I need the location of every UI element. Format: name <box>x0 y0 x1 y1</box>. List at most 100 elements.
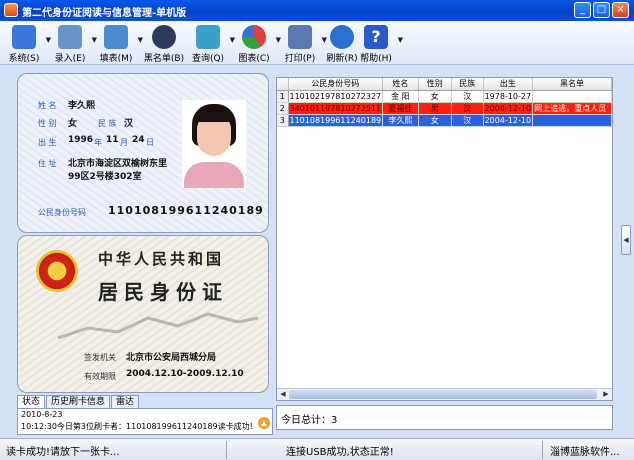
clipboard-icon <box>104 25 128 49</box>
toolbar-label: 帮助(H) <box>360 54 392 64</box>
great-wall-icon <box>58 312 258 340</box>
tab-radar[interactable]: 雷达 <box>111 395 140 409</box>
authority-label: 签发机关 <box>84 353 116 362</box>
id-number-label: 公民身份号码 <box>38 208 86 217</box>
log-date: 2010-8-23 <box>21 410 63 419</box>
toolbar-label: 填表(M) <box>99 54 133 64</box>
sex-label: 性 别 <box>38 119 57 128</box>
records-table: 公民身份号码 姓名 性别 民族 出生 黑名单 1 110102197810272… <box>276 77 613 401</box>
toolbar-label: 查询(Q) <box>191 54 225 64</box>
table-header-row: 公民身份号码 姓名 性别 民族 出生 黑名单 <box>277 78 612 91</box>
cell-id: 110102197810272327 <box>288 90 384 103</box>
column-header-blacklist[interactable]: 黑名单 <box>532 78 612 91</box>
name-value: 李久熙 <box>68 101 96 111</box>
monitor-icon <box>12 25 36 49</box>
today-total-panel: 今日总计：3 <box>276 405 613 430</box>
status-separator <box>542 441 543 459</box>
nation-value: 汉 <box>124 119 134 129</box>
authority-value: 北京市公安局西城分局 <box>126 353 217 363</box>
toolbar-system-button[interactable]: 系统(S) ▼ <box>4 23 51 64</box>
close-button[interactable]: × <box>612 2 629 18</box>
scroll-right-icon[interactable]: ▶ <box>601 390 611 399</box>
toolbar-label: 录入(E) <box>54 54 86 64</box>
column-header-nation[interactable]: 民族 <box>451 78 484 91</box>
status-log: 2010-8-23 10:12:30今日第3位刷卡者：1101081996112… <box>17 408 273 435</box>
today-total-count: 3 <box>331 415 338 426</box>
table-row[interactable]: 2 340101197810272511 夏福佳 男 汉 2004-12-10 … <box>277 102 612 115</box>
help-icon: ? <box>364 25 388 49</box>
pie-chart-icon <box>242 25 266 49</box>
toolbar-print-button[interactable]: 打印(P) ▼ <box>280 23 327 64</box>
person-icon <box>152 25 176 49</box>
cell-birth: 2004-12-10 <box>483 102 534 115</box>
collapse-panel-handle[interactable]: ◀ <box>621 225 631 255</box>
back-title-country: 中华人民共和国 <box>98 250 225 268</box>
cell-id: 340101197810272511 <box>288 102 384 115</box>
column-header-name[interactable]: 姓名 <box>382 78 419 91</box>
bottom-tabs: 状态 历史刷卡信息 雷达 <box>17 395 273 409</box>
cell-birth: 2004-12-10 <box>483 114 534 127</box>
toolbar-blacklist-button[interactable]: 黑名单(B) <box>142 23 186 64</box>
toolbar-form-button[interactable]: 填表(M) ▼ <box>96 23 143 64</box>
scroll-up-icon[interactable]: ▲ <box>258 417 270 429</box>
birth-month: 11 <box>106 135 119 145</box>
valid-value: 2004.12.10-2009.12.10 <box>126 369 244 379</box>
month-unit: 月 <box>120 138 128 147</box>
chevron-down-icon[interactable]: ▼ <box>398 36 403 44</box>
toolbar-input-button[interactable]: 录入(E) ▼ <box>50 23 97 64</box>
tab-history[interactable]: 历史刷卡信息 <box>46 395 111 409</box>
table-row[interactable]: 1 110102197810272327 金 阳 女 汉 1978-10-27 <box>277 90 612 103</box>
cell-blacklist: 网上追逃，重点人员 <box>532 102 612 115</box>
refresh-icon <box>330 25 354 49</box>
toolbar-help-button[interactable]: ? 帮助(H) ▼ <box>356 23 403 64</box>
row-number: 2 <box>277 102 289 115</box>
status-bar: 读卡成功!请放下一张卡... 连接USB成功,状态正常! 淄博蓝脉软件... <box>0 438 634 460</box>
column-header-sex[interactable]: 性别 <box>418 78 452 91</box>
cell-blacklist <box>532 90 612 103</box>
column-header-id[interactable]: 公民身份号码 <box>288 78 384 91</box>
status-vendor: 淄博蓝脉软件... <box>550 447 620 458</box>
national-emblem-icon <box>36 250 78 292</box>
table-row[interactable]: 3 110108199611240189 李久熙 女 汉 2004-12-10 <box>277 114 612 127</box>
id-card-front: 姓 名 李久熙 性 别 女 民 族 汉 出 生 1996 年 11 月 24 日… <box>17 73 269 233</box>
scrollbar-thumb[interactable] <box>289 390 597 399</box>
portrait-photo <box>182 100 246 188</box>
maximize-button[interactable]: □ <box>593 2 610 18</box>
cell-sex: 女 <box>418 90 452 103</box>
tab-status[interactable]: 状态 <box>17 395 46 409</box>
app-icon <box>4 3 18 17</box>
id-number-value: 110108199611240189 <box>108 204 264 217</box>
cell-name: 金 阳 <box>382 90 419 103</box>
birth-label: 出 生 <box>38 138 57 147</box>
toolbar-query-button[interactable]: 查询(Q) ▼ <box>188 23 235 64</box>
cell-sex: 男 <box>418 102 452 115</box>
cell-name: 李久熙 <box>382 114 419 127</box>
column-header-birth[interactable]: 出生 <box>483 78 534 91</box>
back-title-card: 居民身份证 <box>98 280 228 304</box>
title-bar: 第二代身份证阅读与信息管理-单机版 _ □ × <box>0 0 634 21</box>
nation-label: 民 族 <box>98 119 117 128</box>
name-label: 姓 名 <box>38 101 57 110</box>
column-header[interactable] <box>277 78 289 91</box>
today-total: 今日总计：3 <box>281 411 337 426</box>
valid-label: 有效期限 <box>84 372 116 381</box>
sex-value: 女 <box>68 119 78 129</box>
minimize-button[interactable]: _ <box>574 2 591 18</box>
window-title: 第二代身份证阅读与信息管理-单机版 <box>22 8 187 19</box>
printer-icon <box>288 25 312 49</box>
birth-year: 1996 <box>68 135 94 145</box>
address-line2: 99区2号楼302室 <box>68 172 142 182</box>
toolbar-label: 打印(P) <box>284 54 316 64</box>
row-number: 3 <box>277 114 289 127</box>
scroll-left-icon[interactable]: ◀ <box>278 390 288 399</box>
toolbar-chart-button[interactable]: 图表(C) ▼ <box>234 23 281 64</box>
pen-icon <box>58 25 82 49</box>
today-total-label: 今日总计： <box>281 415 331 426</box>
cell-sex: 女 <box>418 114 452 127</box>
cell-nation: 汉 <box>451 114 484 127</box>
birth-day: 24 <box>132 135 145 145</box>
status-separator <box>226 441 227 459</box>
log-entry: 10:12:30今日第3位刷卡者：110108199611240189读卡成功! <box>21 422 253 431</box>
status-read-result: 读卡成功!请放下一张卡... <box>6 447 120 458</box>
horizontal-scrollbar[interactable]: ◀ ▶ <box>277 388 612 400</box>
